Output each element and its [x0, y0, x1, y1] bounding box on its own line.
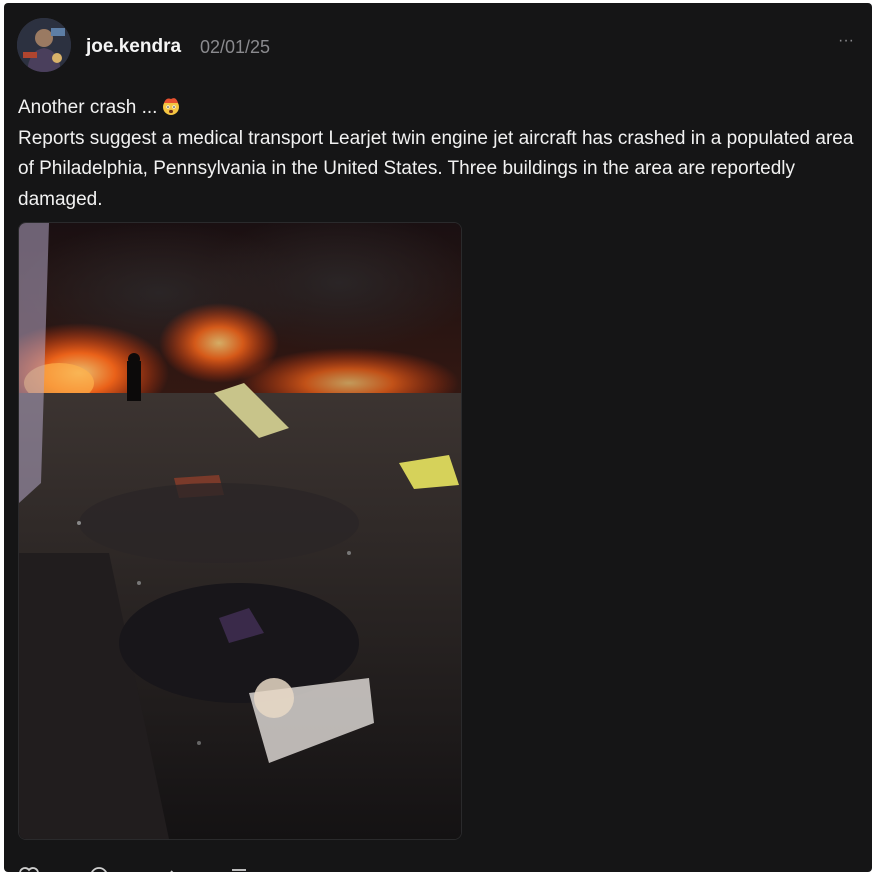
- post-text-line1: Another crash ...: [18, 97, 158, 118]
- post-image[interactable]: [18, 222, 462, 840]
- post-text: Another crash ... Reports suggest a medi…: [18, 93, 863, 215]
- repost-icon[interactable]: [158, 865, 180, 872]
- post-date: 02/01/25: [200, 37, 271, 57]
- comment-icon[interactable]: [88, 865, 110, 872]
- more-options-button[interactable]: ···: [834, 33, 858, 49]
- avatar[interactable]: [17, 18, 71, 72]
- post-actions: [18, 865, 250, 872]
- like-icon[interactable]: [18, 865, 40, 872]
- username[interactable]: joe.kendra: [86, 36, 181, 58]
- post-text-paragraph: Reports suggest a medical transport Lear…: [18, 127, 854, 210]
- exploding-head-emoji-icon: [161, 96, 181, 116]
- post-card: joe.kendra 02/01/25 ··· Another crash ..…: [4, 3, 872, 872]
- share-icon[interactable]: [228, 865, 250, 872]
